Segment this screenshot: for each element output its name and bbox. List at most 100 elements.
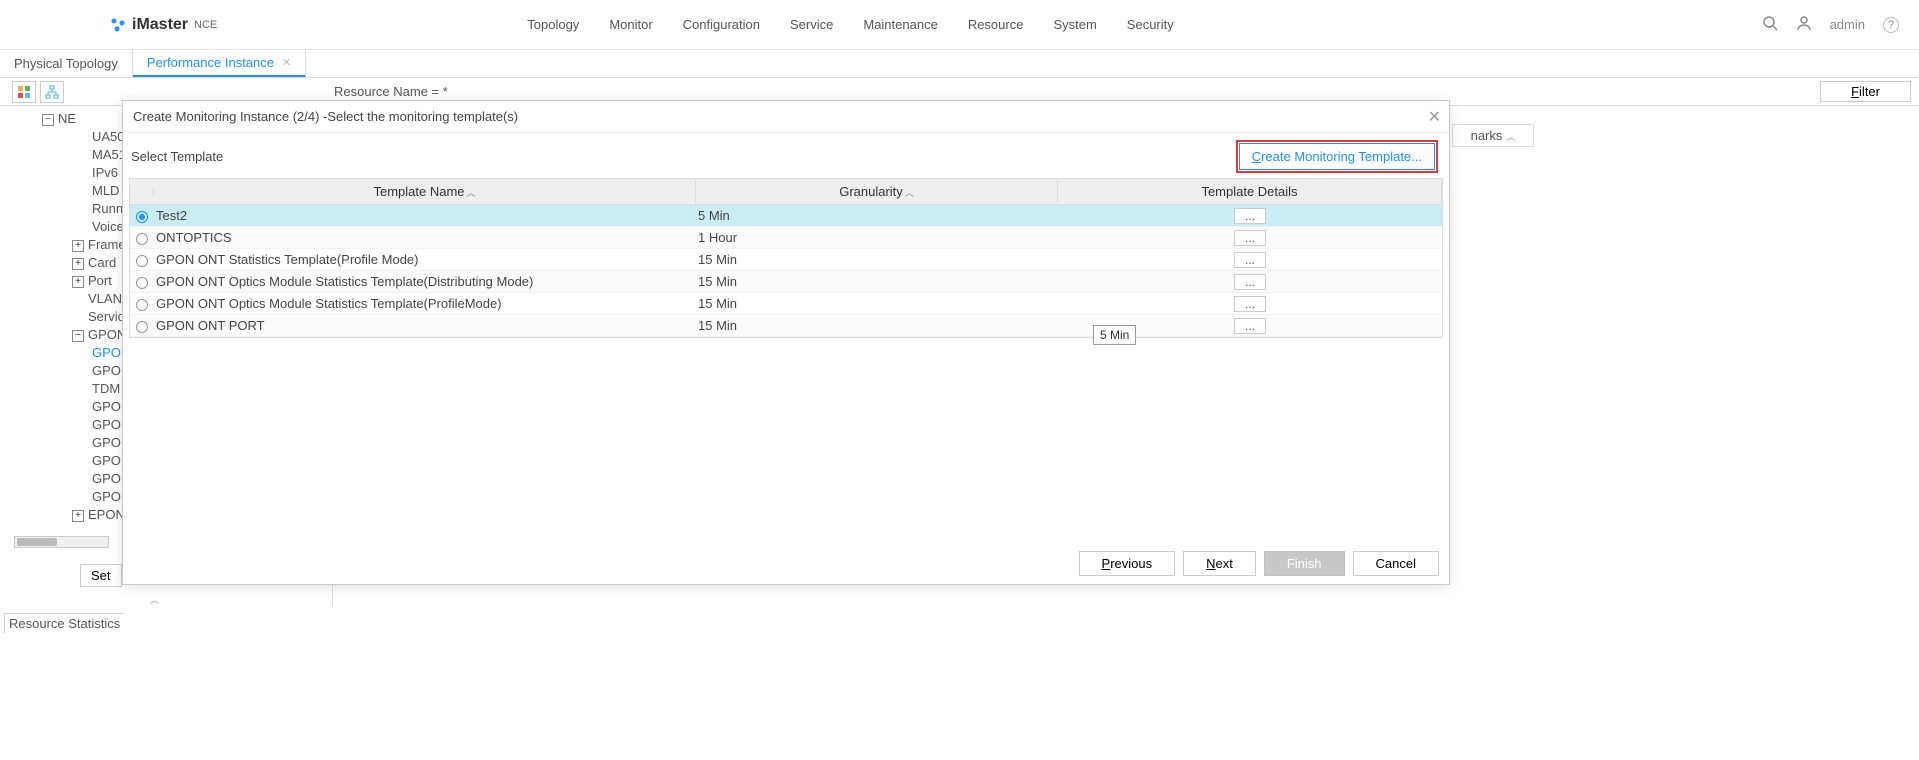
remarks-toggle[interactable]: narks︿ [1452, 124, 1534, 147]
granularity-tooltip: 5 Min [1093, 325, 1136, 345]
details-button[interactable]: ... [1234, 230, 1266, 246]
table-row[interactable]: ONTOPTICS1 Hour... [130, 227, 1442, 249]
tab-label: Performance Instance [147, 55, 274, 70]
view-grid-icon[interactable] [12, 81, 36, 103]
cancel-button[interactable]: Cancel [1353, 551, 1439, 576]
logo: iMaster NCE [110, 16, 217, 34]
brand-sub: NCE [194, 19, 217, 31]
filter-button[interactable]: Filter [1820, 81, 1911, 102]
row-granularity: 15 Min [696, 252, 1058, 267]
row-granularity: 15 Min [696, 274, 1058, 289]
nav-system[interactable]: System [1053, 17, 1096, 32]
row-template-name: Test2 [154, 208, 696, 223]
nav-security[interactable]: Security [1127, 17, 1174, 32]
col-template-details[interactable]: Template Details [1058, 180, 1442, 203]
chevron-up-icon: ︿ [1506, 132, 1515, 142]
row-granularity: 15 Min [696, 296, 1058, 311]
tab-label: Physical Topology [14, 56, 118, 71]
row-radio[interactable] [130, 252, 154, 267]
tab-performance-instance[interactable]: Performance Instance ✕ [133, 50, 306, 77]
row-template-name: GPON ONT Optics Module Statistics Templa… [154, 274, 696, 289]
tab-physical-topology[interactable]: Physical Topology [0, 50, 133, 77]
radio-icon[interactable] [136, 299, 148, 311]
close-icon[interactable]: ✕ [1428, 107, 1441, 127]
tree-h-scrollbar[interactable] [14, 536, 109, 548]
expand-icon[interactable]: + [72, 276, 84, 288]
select-template-label: Select Template [131, 149, 223, 164]
nav-maintenance[interactable]: Maintenance [863, 17, 937, 32]
chevron-up-icon: ︿ [905, 188, 914, 198]
details-button[interactable]: ... [1234, 208, 1266, 224]
dialog-footer: Previous Next Finish Cancel [1079, 551, 1439, 576]
create-monitoring-instance-dialog: Create Monitoring Instance (2/4) -Select… [122, 100, 1450, 585]
resource-name-label: Resource Name = * [334, 84, 448, 99]
user-name[interactable]: admin [1830, 17, 1865, 32]
details-button[interactable]: ... [1234, 274, 1266, 290]
details-button[interactable]: ... [1234, 296, 1266, 312]
nav-service[interactable]: Service [790, 17, 833, 32]
expand-icon[interactable]: + [72, 258, 84, 270]
table-row[interactable]: GPON ONT Optics Module Statistics Templa… [130, 293, 1442, 315]
nav-topology[interactable]: Topology [527, 17, 579, 32]
radio-icon[interactable] [136, 211, 148, 223]
details-button[interactable]: ... [1234, 318, 1266, 334]
row-details: ... [1058, 252, 1442, 268]
table-body: Test25 Min...ONTOPTICS1 Hour...GPON ONT … [130, 205, 1442, 337]
row-radio[interactable] [130, 274, 154, 289]
table-header: Template Name︿ Granularity︿ Template Det… [130, 179, 1442, 205]
brand-name: iMaster [132, 16, 188, 34]
row-details: ... [1058, 230, 1442, 246]
set-button[interactable]: Set [80, 564, 122, 587]
row-radio[interactable] [130, 230, 154, 245]
row-details: ... [1058, 208, 1442, 224]
row-radio[interactable] [130, 318, 154, 333]
row-template-name: GPON ONT Statistics Template(Profile Mod… [154, 252, 696, 267]
row-radio[interactable] [130, 296, 154, 311]
row-granularity: 1 Hour [696, 230, 1058, 245]
expand-icon[interactable]: + [72, 240, 84, 252]
previous-button[interactable]: Previous [1079, 551, 1176, 576]
user-icon[interactable] [1796, 15, 1812, 34]
row-details: ... [1058, 296, 1442, 312]
create-monitoring-template-button[interactable]: Create Monitoring Template... [1239, 143, 1435, 170]
page-tabs: Physical Topology Performance Instance ✕ [0, 50, 1919, 78]
details-button[interactable]: ... [1234, 252, 1266, 268]
chevron-up-icon: ︿ [467, 188, 476, 198]
main-nav: Topology Monitor Configuration Service M… [527, 17, 1761, 32]
nav-configuration[interactable]: Configuration [683, 17, 760, 32]
table-row[interactable]: GPON ONT Optics Module Statistics Templa… [130, 271, 1442, 293]
template-table: Template Name︿ Granularity︿ Template Det… [129, 178, 1443, 338]
radio-icon[interactable] [136, 255, 148, 267]
row-details: ... [1058, 274, 1442, 290]
radio-icon[interactable] [136, 321, 148, 333]
collapse-icon[interactable]: − [42, 114, 54, 126]
row-template-name: GPON ONT PORT [154, 318, 696, 333]
close-icon[interactable]: ✕ [282, 56, 291, 69]
row-granularity: 5 Min [696, 208, 1058, 223]
next-button[interactable]: Next [1183, 551, 1256, 576]
row-radio[interactable] [130, 208, 154, 223]
radio-icon[interactable] [136, 277, 148, 289]
nav-resource[interactable]: Resource [968, 17, 1024, 32]
expand-icon[interactable]: + [72, 510, 84, 522]
logo-icon [110, 17, 126, 33]
collapse-icon[interactable]: − [72, 330, 84, 342]
chevron-up-icon[interactable]: ︿ [150, 593, 159, 606]
table-row[interactable]: Test25 Min... [130, 205, 1442, 227]
col-template-name[interactable]: Template Name︿ [154, 180, 696, 203]
search-icon[interactable] [1762, 15, 1778, 34]
row-granularity: 15 Min [696, 318, 1058, 333]
table-row[interactable]: GPON ONT Statistics Template(Profile Mod… [130, 249, 1442, 271]
nav-monitor[interactable]: Monitor [609, 17, 652, 32]
finish-button: Finish [1264, 551, 1345, 576]
resource-statistics-label: Resource Statistics [4, 613, 124, 633]
help-icon[interactable]: ? [1883, 17, 1899, 33]
col-granularity[interactable]: Granularity︿ [696, 180, 1058, 203]
row-template-name: ONTOPTICS [154, 230, 696, 245]
table-row[interactable]: GPON ONT PORT15 Min... [130, 315, 1442, 337]
dialog-title: Create Monitoring Instance (2/4) -Select… [123, 101, 1449, 133]
row-template-name: GPON ONT Optics Module Statistics Templa… [154, 296, 696, 311]
radio-icon[interactable] [136, 233, 148, 245]
view-tree-icon[interactable] [40, 81, 64, 103]
col-select [130, 188, 154, 196]
